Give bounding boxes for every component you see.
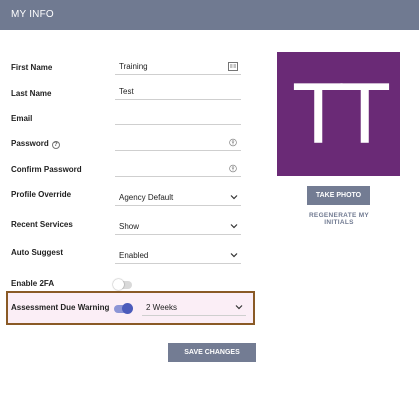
confirm-password-label: Confirm Password bbox=[11, 165, 82, 174]
help-icon[interactable]: ? bbox=[51, 141, 60, 149]
recent-services-value: Show bbox=[119, 222, 140, 231]
email-label: Email bbox=[11, 114, 33, 123]
assessment-due-warning-value: 2 Weeks bbox=[146, 303, 177, 312]
first-name-label: First Name bbox=[11, 63, 53, 72]
last-name-label: Last Name bbox=[11, 89, 52, 98]
password-label: Password? bbox=[11, 139, 60, 149]
last-name-value: Test bbox=[119, 87, 134, 96]
first-name-field[interactable]: Training bbox=[115, 59, 241, 75]
key-icon[interactable] bbox=[228, 164, 238, 173]
profile-override-label: Profile Override bbox=[11, 190, 72, 199]
contact-card-icon bbox=[228, 62, 238, 71]
auto-suggest-value: Enabled bbox=[119, 251, 149, 260]
enable-2fa-label: Enable 2FA bbox=[11, 279, 55, 288]
confirm-password-field[interactable] bbox=[115, 161, 241, 177]
password-field[interactable] bbox=[115, 135, 241, 151]
page-title: MY INFO bbox=[11, 9, 54, 20]
auto-suggest-label: Auto Suggest bbox=[11, 248, 63, 257]
assessment-due-warning-select[interactable]: 2 Weeks bbox=[142, 300, 246, 316]
chevron-down-icon bbox=[230, 253, 238, 258]
chevron-down-icon bbox=[230, 224, 238, 229]
chevron-down-icon bbox=[230, 195, 238, 200]
recent-services-label: Recent Services bbox=[11, 220, 73, 229]
regenerate-initials-link[interactable]: REGENERATE MY INITIALS bbox=[294, 212, 384, 226]
toggle-knob bbox=[113, 279, 124, 290]
profile-initials-avatar: TT bbox=[277, 52, 400, 176]
enable-2fa-toggle[interactable] bbox=[113, 279, 132, 290]
header-bar: MY INFO bbox=[0, 0, 419, 30]
save-changes-button[interactable]: SAVE CHANGES bbox=[168, 343, 256, 362]
recent-services-select[interactable]: Show bbox=[115, 219, 241, 235]
last-name-field[interactable]: Test bbox=[115, 84, 241, 100]
assessment-due-warning-toggle[interactable] bbox=[114, 303, 133, 314]
profile-override-value: Agency Default bbox=[119, 193, 174, 202]
toggle-knob bbox=[122, 303, 133, 314]
chevron-down-icon bbox=[235, 305, 243, 310]
email-field[interactable] bbox=[115, 109, 241, 125]
first-name-value: Training bbox=[119, 62, 148, 71]
key-icon[interactable] bbox=[228, 138, 238, 147]
assessment-due-warning-label: Assessment Due Warning bbox=[11, 303, 110, 312]
auto-suggest-select[interactable]: Enabled bbox=[115, 248, 241, 264]
take-photo-button[interactable]: TAKE PHOTO bbox=[307, 186, 370, 205]
profile-override-select[interactable]: Agency Default bbox=[115, 190, 241, 206]
password-label-text: Password bbox=[11, 139, 49, 148]
